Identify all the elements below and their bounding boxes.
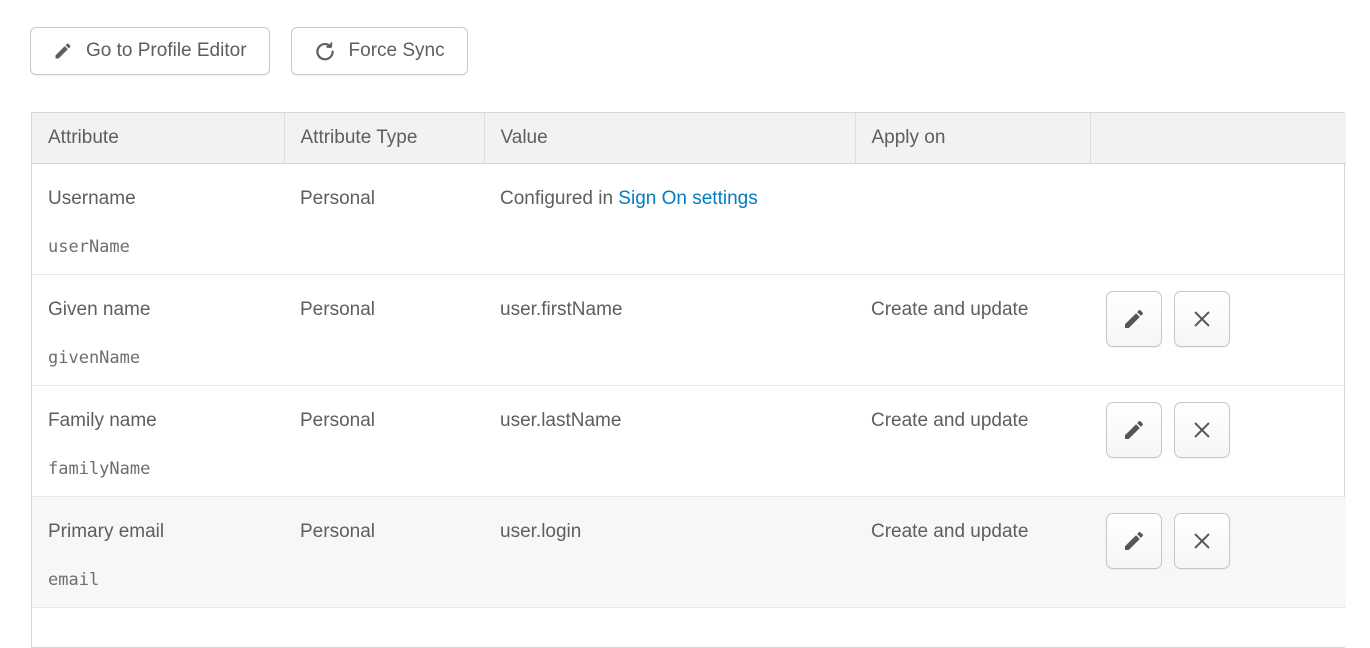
x-icon [1191, 530, 1213, 552]
column-header-apply-on: Apply on [855, 113, 1090, 163]
attribute-type-cell: Personal [284, 274, 484, 385]
delete-attribute-button[interactable] [1174, 513, 1230, 569]
attribute-label: Primary email [48, 521, 268, 543]
pencil-icon [1122, 418, 1146, 442]
edit-attribute-button[interactable] [1106, 513, 1162, 569]
attribute-type-cell: Personal [284, 385, 484, 496]
apply-on-cell: Create and update [855, 274, 1090, 385]
attribute-type-cell: Personal [284, 496, 484, 607]
attribute-label: Given name [48, 299, 268, 321]
x-icon [1191, 419, 1213, 441]
actions-cell [1090, 274, 1346, 385]
refresh-icon [314, 40, 336, 62]
attribute-cell: Given name givenName [32, 274, 284, 385]
value-cell: Configured in Sign On settings [484, 163, 855, 274]
pencil-icon [1122, 529, 1146, 553]
table-row [32, 607, 1346, 647]
x-icon [1191, 308, 1213, 330]
column-header-value: Value [484, 113, 855, 163]
value-text: Configured in [500, 188, 618, 209]
toolbar: Go to Profile Editor Force Sync [30, 27, 468, 75]
go-to-profile-editor-button[interactable]: Go to Profile Editor [30, 27, 270, 75]
go-to-profile-editor-label: Go to Profile Editor [86, 40, 247, 62]
attribute-variable-name: userName [48, 237, 268, 257]
value-cell: user.lastName [484, 385, 855, 496]
attribute-cell: Username userName [32, 163, 284, 274]
attribute-variable-name: givenName [48, 348, 268, 368]
pencil-icon [53, 41, 73, 61]
apply-on-cell [855, 163, 1090, 274]
value-cell: user.login [484, 496, 855, 607]
table-header-row: Attribute Attribute Type Value Apply on [32, 113, 1346, 163]
attribute-variable-name: familyName [48, 459, 268, 479]
actions-cell [1090, 385, 1346, 496]
table-row: Primary email email Personal user.login … [32, 496, 1346, 607]
force-sync-button[interactable]: Force Sync [291, 27, 468, 75]
delete-attribute-button[interactable] [1174, 291, 1230, 347]
pencil-icon [1122, 307, 1146, 331]
edit-attribute-button[interactable] [1106, 402, 1162, 458]
attribute-label: Username [48, 188, 268, 210]
column-header-attribute-type: Attribute Type [284, 113, 484, 163]
table-row: Given name givenName Personal user.first… [32, 274, 1346, 385]
table-row: Family name familyName Personal user.las… [32, 385, 1346, 496]
attribute-cell: Family name familyName [32, 385, 284, 496]
table-row: Username userName Personal Configured in… [32, 163, 1346, 274]
force-sync-label: Force Sync [349, 40, 445, 62]
column-header-actions [1090, 113, 1346, 163]
apply-on-cell: Create and update [855, 496, 1090, 607]
column-header-attribute: Attribute [32, 113, 284, 163]
attribute-mapping-table: Attribute Attribute Type Value Apply on … [31, 112, 1345, 648]
attribute-variable-name: email [48, 570, 268, 590]
edit-attribute-button[interactable] [1106, 291, 1162, 347]
delete-attribute-button[interactable] [1174, 402, 1230, 458]
attribute-cell: Primary email email [32, 496, 284, 607]
apply-on-cell: Create and update [855, 385, 1090, 496]
value-cell: user.firstName [484, 274, 855, 385]
actions-cell [1090, 163, 1346, 274]
actions-cell [1090, 496, 1346, 607]
sign-on-settings-link[interactable]: Sign On settings [618, 188, 757, 209]
attribute-label: Family name [48, 410, 268, 432]
attribute-type-cell: Personal [284, 163, 484, 274]
